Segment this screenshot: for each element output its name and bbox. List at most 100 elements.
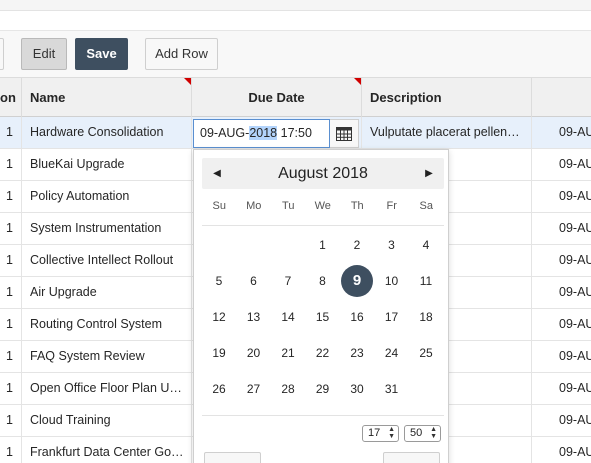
description-cell[interactable]: Vulputate placerat pellen…	[362, 117, 532, 148]
day-cell[interactable]: 31	[376, 373, 408, 405]
row-number-cell[interactable]: 1	[0, 309, 22, 340]
day-cell[interactable]: 8	[307, 265, 339, 297]
next-column-cell[interactable]: 09-AU	[532, 309, 591, 340]
required-flag-icon	[354, 78, 361, 85]
name-cell[interactable]: FAQ System Review	[22, 341, 192, 372]
next-column-cell[interactable]: 09-AU	[532, 437, 591, 463]
next-column-cell[interactable]: 09-AU	[532, 277, 591, 308]
day-cell[interactable]: 17	[376, 301, 408, 333]
column-header-description[interactable]: Description	[362, 78, 532, 117]
add-row-button[interactable]: Add Row	[145, 38, 218, 70]
row-number-cell[interactable]: 1	[0, 405, 22, 436]
day-cell[interactable]: 1	[307, 229, 339, 261]
row-number-cell[interactable]: 1	[0, 373, 22, 404]
next-column-cell[interactable]: 09-AU	[532, 181, 591, 212]
name-cell[interactable]: BlueKai Upgrade	[22, 149, 192, 180]
day-cell[interactable]: 23	[341, 337, 373, 369]
day-cell[interactable]: 14	[272, 301, 304, 333]
name-cell[interactable]: Frankfurt Data Center Go…	[22, 437, 192, 463]
chevron-right-icon[interactable]: ▶	[414, 158, 444, 189]
next-column-cell[interactable]: 09-AU	[532, 405, 591, 436]
name-cell[interactable]: Open Office Floor Plan U…	[22, 373, 192, 404]
day-cell[interactable]: 16	[341, 301, 373, 333]
toolbar-partial-button[interactable]	[0, 38, 4, 70]
calendar-header: ◀ August 2018 ▶	[202, 158, 444, 189]
weekday-label: Fr	[386, 200, 397, 212]
grid-header: on Name Due Date Description	[0, 77, 591, 117]
row-number-cell[interactable]: 1	[0, 245, 22, 276]
day-cell[interactable]: 19	[203, 337, 235, 369]
day-cell[interactable]: 2	[341, 229, 373, 261]
day-cell[interactable]: 20	[238, 337, 270, 369]
date-text-before: 09-AUG-	[200, 126, 250, 140]
column-header-name-label: Name	[30, 90, 66, 105]
picker-footer-button-right[interactable]	[383, 452, 440, 463]
column-header-due-date-label: Due Date	[248, 90, 305, 105]
required-flag-icon	[184, 78, 191, 85]
column-header-partial[interactable]: on	[0, 78, 22, 117]
next-column-cell[interactable]: 09-AU	[532, 213, 591, 244]
weekday-label: Su	[212, 200, 226, 212]
name-cell[interactable]: Routing Control System	[22, 309, 192, 340]
day-cell[interactable]: 21	[272, 337, 304, 369]
day-cell[interactable]: 27	[238, 373, 270, 405]
save-button[interactable]: Save	[75, 38, 128, 70]
day-cell[interactable]: 11	[410, 265, 442, 297]
hour-select[interactable]: 17 ▲ ▼	[362, 425, 399, 442]
day-cell[interactable]: 22	[307, 337, 339, 369]
next-column-cell[interactable]: 09-AU	[532, 149, 591, 180]
day-cell[interactable]: 13	[238, 301, 270, 333]
calendar-button[interactable]	[330, 119, 359, 148]
hour-select-value: 17	[368, 427, 381, 439]
name-cell[interactable]: Hardware Consolidation	[22, 117, 192, 148]
edit-button[interactable]: Edit	[21, 38, 67, 70]
day-cell[interactable]: 9	[341, 265, 373, 297]
name-cell[interactable]: Air Upgrade	[22, 277, 192, 308]
day-cell[interactable]: 15	[307, 301, 339, 333]
next-column-cell[interactable]: 09-AU	[532, 117, 591, 148]
name-cell[interactable]: System Instrumentation	[22, 213, 192, 244]
next-column-cell[interactable]: 09-AU	[532, 341, 591, 372]
top-strip	[0, 0, 591, 11]
day-cell[interactable]: 30	[341, 373, 373, 405]
calendar-icon	[336, 126, 352, 141]
next-column-cell[interactable]: 09-AU	[532, 245, 591, 276]
day-cell[interactable]: 29	[307, 373, 339, 405]
row-number-cell[interactable]: 1	[0, 181, 22, 212]
weekday-label: Th	[350, 200, 364, 212]
day-cell[interactable]: 5	[203, 265, 235, 297]
row-number-cell[interactable]: 1	[0, 213, 22, 244]
column-header-due-date[interactable]: Due Date	[192, 78, 362, 117]
weekday-row: Su Mo Tu We Th Fr Sa	[202, 200, 444, 216]
day-cell[interactable]: 26	[203, 373, 235, 405]
column-header-next[interactable]	[532, 78, 591, 117]
row-number-cell[interactable]: 1	[0, 117, 22, 148]
updown-arrow-icon: ▲ ▼	[388, 426, 395, 440]
day-cell[interactable]: 18	[410, 301, 442, 333]
day-cell[interactable]: 10	[376, 265, 408, 297]
row-number-cell[interactable]: 1	[0, 437, 22, 463]
weekday-label: Sa	[419, 200, 433, 212]
day-cell[interactable]: 6	[238, 265, 270, 297]
name-cell[interactable]: Policy Automation	[22, 181, 192, 212]
day-cell[interactable]: 24	[376, 337, 408, 369]
day-cell[interactable]: 12	[203, 301, 235, 333]
column-header-name[interactable]: Name	[22, 78, 192, 117]
row-number-cell[interactable]: 1	[0, 149, 22, 180]
next-column-cell[interactable]: 09-AU	[532, 373, 591, 404]
due-date-input[interactable]: 09-AUG-2018 17:50	[193, 119, 330, 148]
name-cell[interactable]: Cloud Training	[22, 405, 192, 436]
day-cell[interactable]: 7	[272, 265, 304, 297]
picker-footer-button-left[interactable]	[204, 452, 261, 463]
row-number-cell[interactable]: 1	[0, 341, 22, 372]
grid-toolbar: Edit Save Add Row	[0, 30, 591, 77]
day-cell[interactable]: 28	[272, 373, 304, 405]
day-cell[interactable]: 25	[410, 337, 442, 369]
date-picker-popup: ◀ August 2018 ▶ Su Mo Tu We Th Fr Sa 123456789…	[193, 149, 449, 463]
day-cell[interactable]: 4	[410, 229, 442, 261]
chevron-left-icon[interactable]: ◀	[202, 158, 232, 189]
day-cell[interactable]: 3	[376, 229, 408, 261]
minute-select[interactable]: 50 ▲ ▼	[404, 425, 441, 442]
name-cell[interactable]: Collective Intellect Rollout	[22, 245, 192, 276]
row-number-cell[interactable]: 1	[0, 277, 22, 308]
